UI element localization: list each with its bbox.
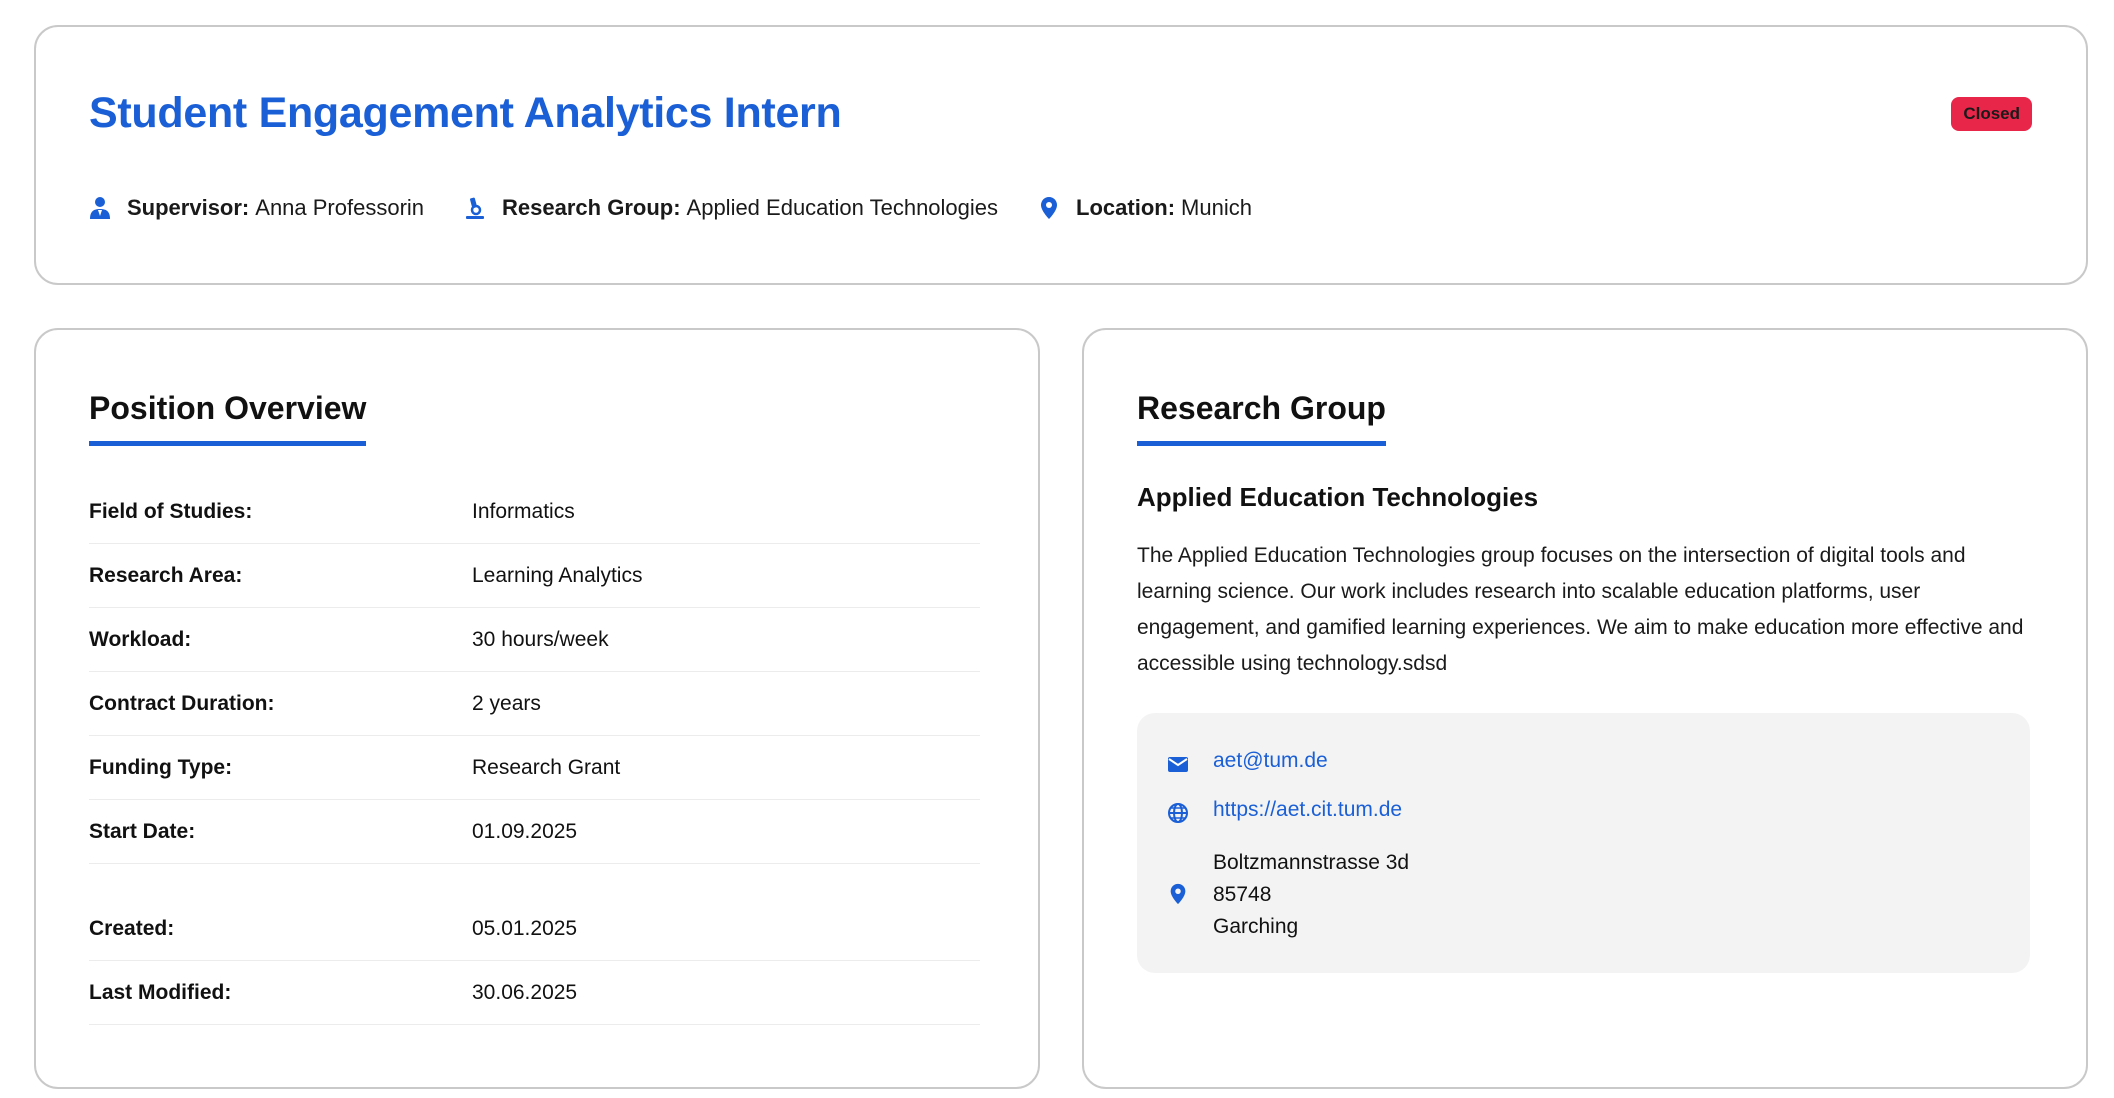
detail-value: Learning Analytics xyxy=(472,563,643,587)
supervisor-icon xyxy=(89,196,111,220)
address-lines: Boltzmannstrasse 3d 85748 Garching xyxy=(1213,847,1409,943)
detail-value: Informatics xyxy=(472,499,575,523)
detail-row: Start Date: 01.09.2025 xyxy=(89,800,980,864)
detail-spacer xyxy=(89,864,980,897)
address-city: Garching xyxy=(1213,915,1299,938)
position-overview-title: Position Overview xyxy=(89,390,367,446)
detail-value: Research Grant xyxy=(472,755,621,779)
website-link[interactable]: https://aet.cit.tum.de xyxy=(1213,798,1402,822)
detail-label: Contract Duration: xyxy=(89,691,275,715)
research-group-value: Applied Education Technologies xyxy=(686,195,999,220)
created-value: 05.01.2025 xyxy=(472,916,578,940)
contact-box: aet@tum.de https://aet.cit.tum.de Boltzm… xyxy=(1137,713,2030,973)
detail-row: Contract Duration: 2 years xyxy=(89,672,980,736)
contact-website: https://aet.cit.tum.de xyxy=(1167,798,1402,824)
created-label: Created: xyxy=(89,916,175,940)
contact-address: Boltzmannstrasse 3d 85748 Garching xyxy=(1167,847,1409,943)
detail-label: Start Date: xyxy=(89,819,196,843)
group-description: The Applied Education Technologies group… xyxy=(1137,544,2024,675)
position-overview-card: Position Overview Field of Studies: Info… xyxy=(34,328,1040,1089)
detail-value: 2 years xyxy=(472,691,541,715)
address-zip: 85748 xyxy=(1213,883,1272,906)
research-group-card: Research Group Applied Education Technol… xyxy=(1082,328,2088,1089)
last-modified-value: 30.06.2025 xyxy=(472,980,578,1004)
job-meta-row: Supervisor: Anna Professorin Research Gr… xyxy=(89,195,1292,221)
globe-icon xyxy=(1167,802,1189,824)
detail-row-modified: Last Modified: 30.06.2025 xyxy=(89,961,980,1025)
location-label: Location: xyxy=(1076,195,1176,220)
group-name: Applied Education Technologies xyxy=(1137,482,1539,512)
detail-value: 01.09.2025 xyxy=(472,819,578,843)
supervisor-value: Anna Professorin xyxy=(255,195,425,220)
status-badge: Closed xyxy=(1951,97,2032,131)
address-street: Boltzmannstrasse 3d xyxy=(1213,851,1410,874)
detail-label: Funding Type: xyxy=(89,755,233,779)
research-group-icon xyxy=(464,196,486,220)
research-group-label: Research Group: xyxy=(502,195,681,220)
location-value: Munich xyxy=(1181,195,1252,220)
last-modified-label: Last Modified: xyxy=(89,980,232,1004)
detail-row: Workload: 30 hours/week xyxy=(89,608,980,672)
job-header-card: Student Engagement Analytics Intern Clos… xyxy=(34,25,2088,285)
contact-email: aet@tum.de xyxy=(1167,749,1328,775)
research-group-title: Research Group xyxy=(1137,390,1386,446)
detail-row: Funding Type: Research Grant xyxy=(89,736,980,800)
meta-research-group: Research Group: Applied Education Techno… xyxy=(464,195,998,221)
detail-row: Field of Studies: Informatics xyxy=(89,480,980,544)
email-icon xyxy=(1167,753,1189,775)
detail-value: 30 hours/week xyxy=(472,627,609,651)
meta-location: Location: Munich xyxy=(1038,195,1252,221)
address-pin-icon xyxy=(1167,883,1189,905)
detail-row-created: Created: 05.01.2025 xyxy=(89,897,980,961)
detail-label: Field of Studies: xyxy=(89,499,253,523)
job-title: Student Engagement Analytics Intern xyxy=(89,89,842,137)
supervisor-label: Supervisor: xyxy=(127,195,250,220)
location-pin-icon xyxy=(1038,196,1060,220)
detail-label: Research Area: xyxy=(89,563,243,587)
detail-label: Workload: xyxy=(89,627,192,651)
meta-supervisor: Supervisor: Anna Professorin xyxy=(89,195,424,221)
email-link[interactable]: aet@tum.de xyxy=(1213,749,1328,773)
detail-row: Research Area: Learning Analytics xyxy=(89,544,980,608)
position-detail-list: Field of Studies: Informatics Research A… xyxy=(89,480,980,1025)
